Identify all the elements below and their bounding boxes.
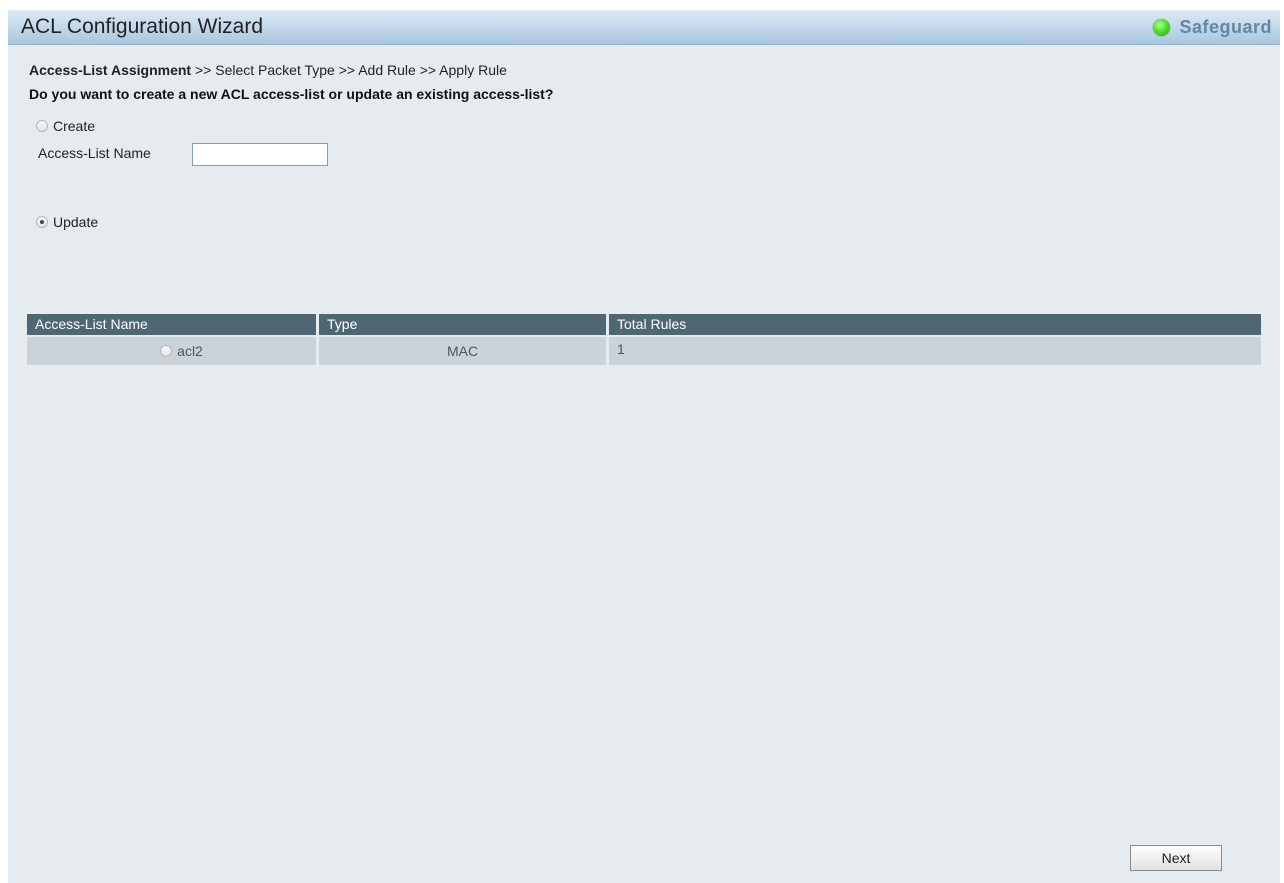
cell-name[interactable]: acl2 <box>27 337 319 365</box>
access-list-table: Access-List Name Type Total Rules acl2 M… <box>27 314 1261 365</box>
page-title: ACL Configuration Wizard <box>21 15 263 38</box>
update-option[interactable]: Update <box>36 214 98 230</box>
column-header-name: Access-List Name <box>27 314 319 335</box>
breadcrumb-step: Apply Rule <box>439 62 507 78</box>
title-bar: ACL Configuration Wizard Safeguard <box>8 10 1280 45</box>
create-radio[interactable] <box>36 120 48 132</box>
wizard-question: Do you want to create a new ACL access-l… <box>29 86 554 102</box>
breadcrumb-separator: >> <box>419 62 437 78</box>
breadcrumb-separator: >> <box>338 62 356 78</box>
cell-type: MAC <box>319 337 609 365</box>
breadcrumb-step: Add Rule <box>358 62 416 78</box>
breadcrumb-step: Select Packet Type <box>215 62 335 78</box>
wizard-panel: ACL Configuration Wizard Safeguard Acces… <box>8 10 1280 883</box>
create-option[interactable]: Create <box>36 118 95 134</box>
safeguard-label: Safeguard <box>1179 17 1272 37</box>
table-header: Access-List Name Type Total Rules <box>27 314 1261 335</box>
column-header-type: Type <box>319 314 609 335</box>
next-button[interactable]: Next <box>1130 845 1222 871</box>
cell-total-rules: 1 <box>609 337 1261 365</box>
table-row: acl2 MAC 1 <box>27 335 1261 365</box>
column-header-total-rules: Total Rules <box>609 314 1261 335</box>
access-list-name-label: Access-List Name <box>38 145 151 161</box>
cell-name-text: acl2 <box>177 343 203 359</box>
breadcrumb: Access-List Assignment >> Select Packet … <box>29 62 507 78</box>
status-led-icon <box>1153 19 1171 36</box>
breadcrumb-separator: >> <box>194 62 212 78</box>
access-list-name-input[interactable] <box>192 143 328 166</box>
safeguard-indicator: Safeguard <box>1153 17 1272 38</box>
update-label: Update <box>53 214 99 230</box>
create-label: Create <box>53 118 96 134</box>
breadcrumb-step-current: Access-List Assignment <box>29 62 192 78</box>
row-select-radio[interactable] <box>160 345 173 357</box>
update-radio[interactable] <box>36 216 48 228</box>
